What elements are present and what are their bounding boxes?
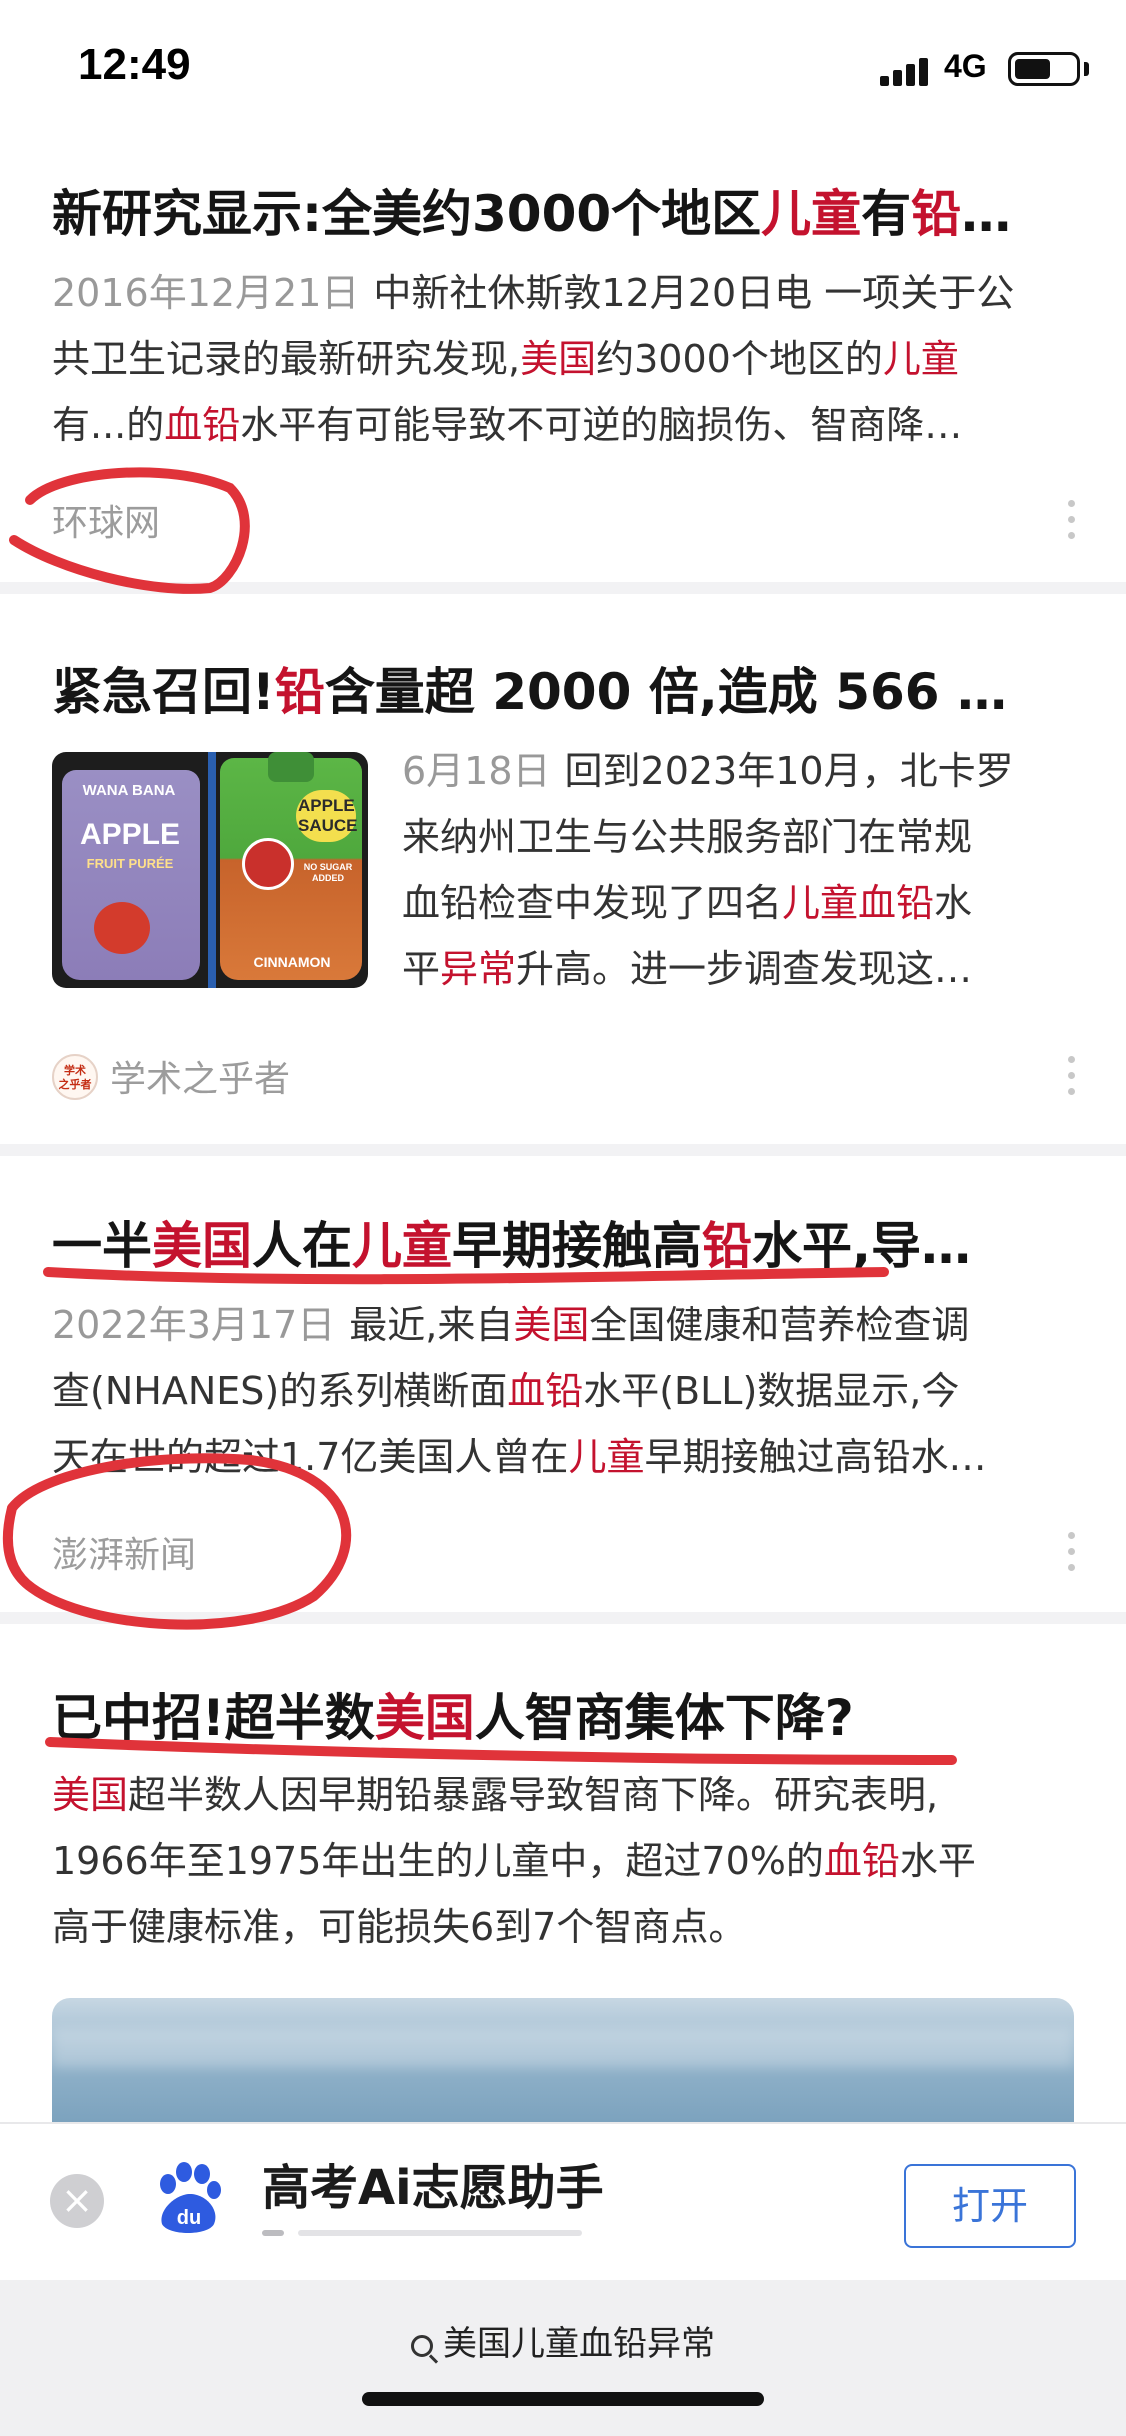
text-segment: 约3000个地区的: [596, 337, 883, 381]
product-sub-label: FRUIT PURÉE: [86, 856, 174, 871]
text-segment: 有...的: [52, 403, 165, 447]
text-segment: 中新社休斯敦12月20日电 一项关于公: [373, 271, 1015, 315]
text-segment: 最近,来自: [349, 1303, 514, 1347]
no-sugar-badge: NO SUGAR ADDED: [303, 862, 353, 883]
text-segment: 查(NHANES)的系列横断面: [52, 1369, 508, 1413]
keyword-highlight: 异常: [440, 947, 517, 991]
baidu-paw-icon: du: [160, 2162, 221, 2233]
status-bar: 12:49 4G: [0, 0, 1126, 140]
text-segment: 人智商集体下降?: [474, 1689, 854, 1747]
card-separator: [0, 1612, 1126, 1624]
text-segment: 来纳州卫生与公共服务部门在常规: [402, 815, 973, 859]
home-indicator[interactable]: [362, 2392, 764, 2406]
text-segment: 含量超 2000 倍,造成 566 …: [324, 663, 1007, 721]
open-app-button[interactable]: 打开: [904, 2164, 1076, 2248]
signal-icon: [880, 56, 930, 86]
brand-label: WANA BANA: [82, 782, 176, 799]
text-segment: 水平(BLL)数据显示,今: [583, 1369, 960, 1413]
article-card-3[interactable]: 一半美国人在儿童早期接触高铅水平,导… 2022年3月17日 最近,来自美国全国健…: [0, 1156, 1126, 1612]
text-segment: 有: [861, 185, 912, 243]
article-thumbnail[interactable]: WANA BANA APPLE FRUIT PURÉE APPLE SAUCE …: [52, 752, 368, 988]
close-icon[interactable]: ×: [50, 2174, 104, 2228]
article-title[interactable]: 已中招!超半数美国人智商集体下降?: [52, 1678, 1082, 1750]
keyword-highlight: 血铅: [507, 1369, 584, 1413]
text-segment: 紧急召回!: [52, 663, 275, 721]
keyword-highlight: 儿童: [568, 1435, 645, 1479]
article-title[interactable]: 一半美国人在儿童早期接触高铅水平,导…: [52, 1206, 1082, 1278]
article-snippet[interactable]: 2022年3月17日 最近,来自美国全国健康和营养检查调 查(NHANES)的系列…: [52, 1292, 1082, 1490]
app-subtitle-placeholder: [262, 2220, 582, 2246]
status-time: 12:49: [78, 40, 191, 89]
text-segment: 高于健康标准，可能损失6到7个智商点。: [52, 1905, 747, 1949]
cinnamon-label: CINNAMON: [253, 954, 331, 970]
more-options-icon[interactable]: [1066, 1532, 1076, 1576]
text-segment: 血铅检查中发现了四名: [402, 881, 783, 925]
text-segment: 1966年至1975年出生的儿童中，超过70%的: [52, 1839, 824, 1883]
text-segment: 早期接触过高铅水…: [644, 1435, 987, 1479]
article-photo[interactable]: [52, 1998, 1074, 2128]
text-segment: 回到2023年10月，北卡罗: [564, 749, 1014, 793]
text-segment: 水: [934, 881, 973, 925]
bottom-search-bar[interactable]: 美国儿童血铅异常: [0, 2280, 1126, 2436]
keyword-highlight: 美国: [513, 1303, 590, 1347]
search-query[interactable]: 美国儿童血铅异常: [0, 2316, 1126, 2365]
keyword-highlight: 美国: [374, 1689, 475, 1747]
text-segment: …: [961, 185, 1012, 243]
product-label: APPLE: [79, 818, 181, 851]
article-snippet[interactable]: 2016年12月21日 中新社休斯敦12月20日电 一项关于公 共卫生记录的最新研…: [52, 260, 1082, 458]
article-date: 2022年3月17日: [52, 1303, 336, 1347]
keyword-highlight: 美国: [52, 1773, 129, 1817]
battery-icon: [1008, 52, 1080, 86]
keyword-highlight: 儿童: [352, 1217, 452, 1275]
article-snippet[interactable]: 美国超半数人因早期铅暴露导致智商下降。研究表明, 1966年至1975年出生的儿…: [52, 1762, 1092, 1960]
text-segment: 平: [402, 947, 441, 991]
apple-sauce-label: APPLE SAUCE: [296, 790, 358, 842]
text-segment: 早期接触高: [452, 1217, 702, 1275]
app-download-banner[interactable]: × du 高考Ai志愿助手 打开: [0, 2122, 1126, 2280]
text-segment: 共卫生记录的最新研究发现,: [52, 337, 521, 381]
keyword-highlight: 铅: [702, 1217, 752, 1275]
text-segment: 水平有可能导致不可逆的脑损伤、智商降…: [240, 403, 963, 447]
text-segment: 全国健康和营养检查调: [589, 1303, 970, 1347]
text-segment: 超半数人因早期铅暴露导致智商下降。研究表明,: [128, 1773, 939, 1817]
card-separator: [0, 582, 1126, 594]
article-snippet[interactable]: 6月18日 回到2023年10月，北卡罗 来纳州卫生与公共服务部门在常规 血铅检查…: [402, 738, 1082, 1002]
card-separator: [0, 1144, 1126, 1156]
keyword-highlight: 铅: [274, 663, 325, 721]
text-segment: 水平,导…: [752, 1217, 971, 1275]
text-segment: 水平: [899, 1839, 976, 1883]
text-segment: 人在: [252, 1217, 352, 1275]
keyword-highlight: 儿童血铅: [782, 881, 935, 925]
text-segment: 新研究显示:全美约3000个地区: [52, 185, 762, 243]
article-source[interactable]: 学术之乎者: [110, 1050, 290, 1102]
article-source[interactable]: 环球网: [52, 494, 160, 546]
text-segment: 一半: [52, 1217, 152, 1275]
text-segment: 已中招!超半数: [52, 1689, 375, 1747]
keyword-highlight: 铅: [911, 185, 962, 243]
article-card-1[interactable]: 新研究显示:全美约3000个地区儿童有铅… 2016年12月21日 中新社休斯敦1…: [0, 140, 1126, 582]
text-segment: 天在世的超过1.7亿美国人曾在: [52, 1435, 569, 1479]
battery-tip: [1084, 62, 1089, 76]
svg-text:du: du: [177, 2207, 201, 2229]
keyword-highlight: 美国: [520, 337, 597, 381]
keyword-highlight: 美国: [152, 1217, 252, 1275]
article-source[interactable]: 澎湃新闻: [52, 1526, 196, 1578]
text-segment: 升高。进一步调查发现这…: [516, 947, 973, 991]
search-query-text: 美国儿童血铅异常: [443, 2324, 715, 2364]
keyword-highlight: 儿童: [761, 185, 862, 243]
article-title[interactable]: 紧急召回!铅含量超 2000 倍,造成 566 …: [52, 652, 1082, 724]
keyword-highlight: 血铅: [164, 403, 241, 447]
source-logo: 学术 之乎者: [52, 1054, 98, 1100]
keyword-highlight: 血铅: [823, 1839, 900, 1883]
more-options-icon[interactable]: [1066, 1056, 1076, 1100]
search-icon: [411, 2335, 433, 2357]
article-date: 6月18日: [402, 749, 551, 793]
more-options-icon[interactable]: [1066, 500, 1076, 544]
keyword-highlight: 儿童: [882, 337, 959, 381]
article-date: 2016年12月21日: [52, 271, 360, 315]
app-name: 高考Ai志愿助手: [262, 2160, 604, 2216]
network-label: 4G: [944, 48, 987, 84]
article-title[interactable]: 新研究显示:全美约3000个地区儿童有铅…: [52, 174, 1082, 246]
